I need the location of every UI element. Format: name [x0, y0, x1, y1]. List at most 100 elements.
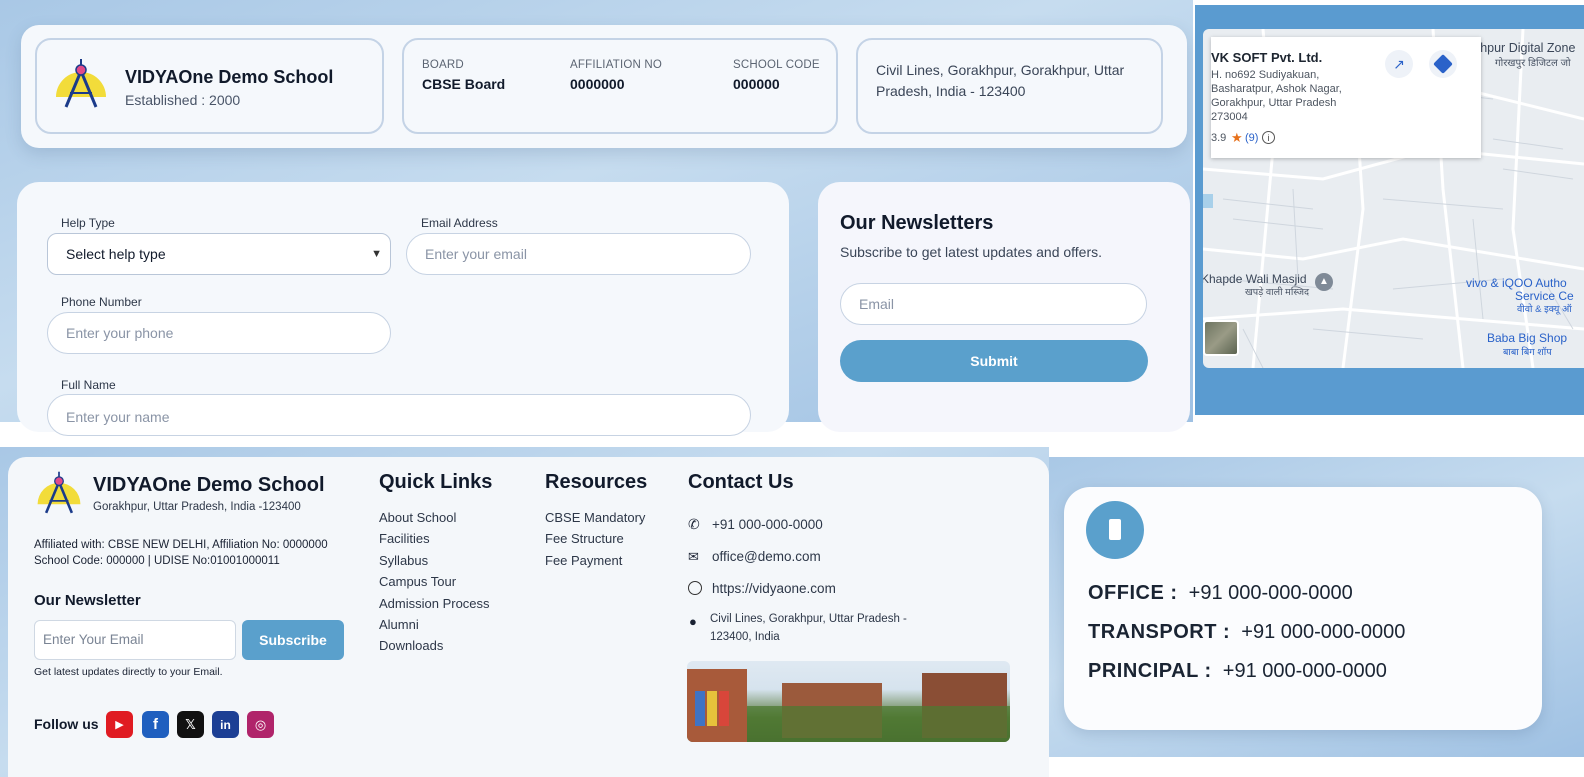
map-rating: 3.9 — [1211, 132, 1227, 144]
quick-link[interactable]: Campus Tour — [379, 574, 456, 589]
newsletter-panel: Our Newsletters Subscribe to get latest … — [818, 182, 1190, 432]
quick-link[interactable]: Syllabus — [379, 553, 428, 568]
map-label-vivo-service: Service Ce — [1515, 289, 1574, 303]
footer-location: Gorakhpur, Uttar Pradesh, India -123400 — [93, 501, 301, 513]
footer-affiliation: Affiliated with: CBSE NEW DELHI, Affilia… — [34, 539, 328, 551]
map-label-vivo-hindi: वीवो & इक्यू ऑ — [1517, 304, 1572, 315]
established-year: Established : 2000 — [125, 92, 241, 108]
school-name: VIDYAOne Demo School — [125, 67, 334, 87]
site-footer: VIDYAOne Demo School Gorakhpur, Uttar Pr… — [8, 457, 1049, 777]
newsletter-submit-button[interactable]: Submit — [840, 340, 1148, 382]
mosque-pin-icon[interactable]: ▲ — [1315, 273, 1333, 291]
resource-link[interactable]: Fee Payment — [545, 553, 622, 568]
x-icon[interactable]: 𝕏 — [177, 711, 204, 738]
transport-label: TRANSPORT : — [1088, 621, 1231, 643]
resource-link[interactable]: Fee Structure — [545, 531, 624, 546]
phone-placeholder: Enter your phone — [66, 325, 174, 341]
quick-link[interactable]: Alumni — [379, 617, 419, 632]
footer-newsletter-email-field[interactable]: Enter Your Email — [34, 620, 236, 660]
map-place-name: VK SOFT Pvt. Ltd. — [1211, 50, 1323, 65]
map-review-count[interactable]: (9) — [1245, 132, 1258, 144]
phone-numbers-card: OFFICE : +91 000-000-0000 TRANSPORT : +9… — [1064, 487, 1542, 730]
contact-email[interactable]: office@demo.com — [712, 549, 821, 564]
email-label: Email Address — [421, 216, 498, 230]
map-address-line2: Basharatpur, Ashok Nagar, — [1211, 83, 1342, 95]
office-label: OFFICE : — [1088, 582, 1178, 604]
transport-phone[interactable]: +91 000-000-0000 — [1241, 621, 1405, 643]
principal-phone[interactable]: +91 000-000-0000 — [1223, 660, 1387, 682]
chevron-down-icon: ▼ — [371, 248, 382, 260]
footer-school-code: School Code: 000000 | UDISE No:010010000… — [34, 555, 280, 567]
linkedin-icon[interactable]: in — [212, 711, 239, 738]
newsletter-email-placeholder: Email — [859, 296, 895, 312]
school-details-card: BOARD CBSE Board AFFILIATION NO 0000000 … — [402, 38, 838, 134]
mail-icon: ✉ — [688, 549, 699, 564]
info-icon[interactable]: i — [1262, 131, 1275, 144]
map-address-line4: 273004 — [1211, 111, 1248, 123]
contact-address-line2: 123400, India — [710, 631, 780, 643]
newsletter-subtitle: Subscribe to get latest updates and offe… — [840, 244, 1103, 260]
quick-links-title: Quick Links — [379, 471, 493, 493]
quick-link[interactable]: Downloads — [379, 638, 443, 653]
map-label-vivo: vivo & iQOO Autho — [1466, 276, 1567, 290]
youtube-icon[interactable]: ▶ — [106, 711, 133, 738]
school-header-panel: VIDYAOne Demo School Established : 2000 … — [21, 25, 1187, 148]
satellite-layer-toggle[interactable] — [1203, 320, 1239, 356]
map-label-masjid-hindi: खपड़े वाली मस्जिद — [1245, 287, 1310, 298]
directions-icon[interactable] — [1429, 50, 1457, 78]
map-address-line3: Gorakhpur, Uttar Pradesh — [1211, 97, 1337, 109]
school-address-card: Civil Lines, Gorakhpur, Gorakhpur, Uttar… — [856, 38, 1163, 134]
full-name-label: Full Name — [61, 378, 116, 392]
help-type-selected-value: Select help type — [66, 246, 166, 262]
map-label-baba-shop: Baba Big Shop — [1487, 331, 1568, 345]
follow-us-label: Follow us — [34, 716, 99, 732]
map-address-line1: H. no692 Sudiyakuan, — [1211, 69, 1320, 81]
footer-school-name: VIDYAOne Demo School — [93, 474, 325, 496]
footer-newsletter-note: Get latest updates directly to your Emai… — [34, 666, 223, 678]
footer-logo-compass-icon — [37, 471, 81, 514]
instagram-icon[interactable]: ◎ — [247, 711, 274, 738]
footer-newsletter-placeholder: Enter Your Email — [43, 632, 144, 647]
phone-field[interactable]: Enter your phone — [47, 312, 391, 354]
school-identity-card: VIDYAOne Demo School Established : 2000 — [35, 38, 384, 134]
principal-label: PRINCIPAL : — [1088, 660, 1212, 682]
map-label-digital-zone-hindi: गोरखपुर डिजिटल जो — [1495, 58, 1571, 69]
email-field[interactable]: Enter your email — [406, 233, 751, 275]
full-name-placeholder: Enter your name — [66, 409, 170, 425]
phone-icon: ✆ — [688, 516, 700, 532]
contact-address-line1: Civil Lines, Gorakhpur, Uttar Pradesh - — [710, 613, 907, 625]
map-label-masjid: Khapde Wali Masjid — [1203, 272, 1307, 286]
principal-phone-line: PRINCIPAL : +91 000-000-0000 — [1088, 660, 1387, 683]
facebook-icon[interactable]: f — [142, 711, 169, 738]
email-placeholder: Enter your email — [425, 246, 527, 262]
quick-link[interactable]: Admission Process — [379, 596, 490, 611]
board-value: CBSE Board — [422, 76, 506, 92]
help-form-panel: Help Type Select help type ▼ Email Addre… — [17, 182, 789, 436]
contact-phone[interactable]: +91 000-000-0000 — [712, 517, 823, 532]
school-code-value: 000000 — [733, 76, 780, 92]
open-external-icon[interactable]: ↗ — [1385, 50, 1413, 78]
help-type-select[interactable]: Select help type ▼ — [47, 233, 391, 275]
affiliation-label: AFFILIATION NO — [570, 59, 663, 71]
office-phone[interactable]: +91 000-000-0000 — [1189, 582, 1353, 604]
transport-phone-line: TRANSPORT : +91 000-000-0000 — [1088, 621, 1405, 644]
newsletter-title: Our Newsletters — [840, 212, 994, 234]
contact-us-title: Contact Us — [688, 471, 794, 493]
map-label-baba-shop-hindi: बाबा बिग शॉप — [1503, 347, 1552, 358]
newsletter-email-field[interactable]: Email — [840, 283, 1147, 325]
star-icon: ★ — [1231, 130, 1243, 145]
resources-title: Resources — [545, 471, 648, 493]
contact-website[interactable]: https://vidyaone.com — [712, 581, 836, 596]
board-label: BOARD — [422, 59, 464, 71]
quick-link[interactable]: Facilities — [379, 531, 430, 546]
logo-compass-icon — [56, 59, 106, 108]
map-label-digital-zone: akhpur Digital Zone — [1467, 41, 1576, 55]
quick-link[interactable]: About School — [379, 510, 456, 525]
resource-link[interactable]: CBSE Mandatory — [545, 510, 645, 525]
phone-label: Phone Number — [61, 295, 142, 309]
footer-subscribe-button[interactable]: Subscribe — [242, 620, 344, 660]
office-phone-line: OFFICE : +91 000-000-0000 — [1088, 582, 1353, 605]
help-type-label: Help Type — [61, 216, 115, 230]
full-name-field[interactable]: Enter your name — [47, 394, 751, 436]
mobile-icon — [1086, 501, 1144, 559]
